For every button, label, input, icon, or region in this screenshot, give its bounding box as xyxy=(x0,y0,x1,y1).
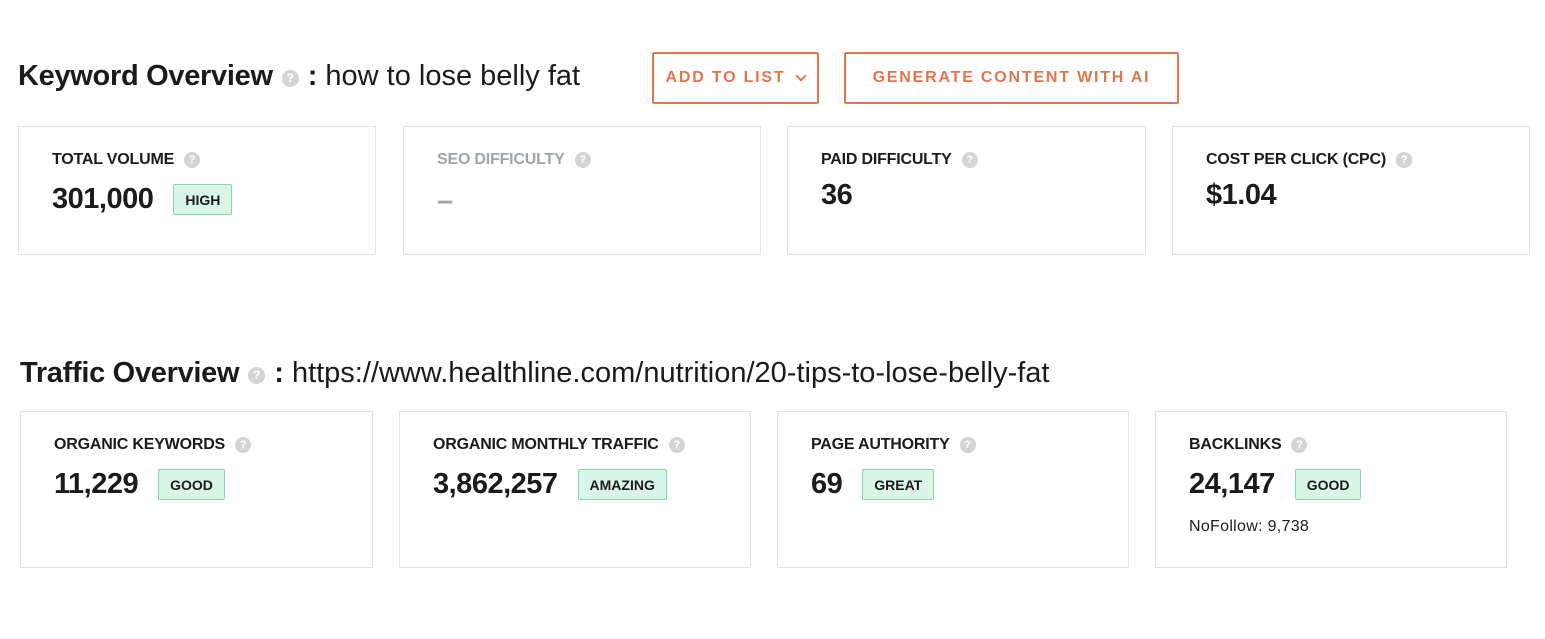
card-value-row: 301,000 HIGH xyxy=(52,183,233,216)
card-label: PAID DIFFICULTY ? xyxy=(821,151,978,169)
page-authority-card: PAGE AUTHORITY ? 69 GREAT xyxy=(777,411,1129,568)
help-icon[interactable]: ? xyxy=(184,152,201,168)
paid-difficulty-card: PAID DIFFICULTY ? 36 xyxy=(787,126,1146,255)
nofollow-count: NoFollow: 9,738 xyxy=(1189,518,1310,535)
generate-content-button[interactable]: GENERATE CONTENT WITH AI xyxy=(844,52,1179,104)
status-badge: GOOD xyxy=(158,469,225,500)
header-colon: : xyxy=(274,356,284,389)
card-label: ORGANIC MONTHLY TRAFFIC ? xyxy=(433,436,685,454)
help-icon[interactable]: ? xyxy=(235,437,252,453)
organic-keywords-card: ORGANIC KEYWORDS ? 11,229 GOOD xyxy=(20,411,373,568)
help-icon[interactable]: ? xyxy=(1291,437,1308,453)
traffic-overview-title: Traffic Overview xyxy=(20,356,240,389)
organic-monthly-traffic-value: 3,862,257 xyxy=(433,468,558,500)
card-value-row: 69 GREAT xyxy=(811,468,935,501)
organic-monthly-traffic-card: ORGANIC MONTHLY TRAFFIC ? 3,862,257 AMAZ… xyxy=(399,411,751,568)
total-volume-card: TOTAL VOLUME ? 301,000 HIGH xyxy=(18,126,376,255)
cpc-card: COST PER CLICK (CPC) ? $1.04 xyxy=(1172,126,1530,255)
header-colon: : xyxy=(307,59,318,92)
keyword-overview-header: Keyword Overview ? : how to lose belly f… xyxy=(18,57,580,95)
chevron-down-icon xyxy=(795,70,808,82)
cpc-value: $1.04 xyxy=(1206,179,1277,211)
paid-difficulty-value: 36 xyxy=(821,179,853,211)
card-value-row: $1.04 xyxy=(1206,179,1277,212)
organic-keywords-label: ORGANIC KEYWORDS xyxy=(54,436,226,453)
backlinks-label: BACKLINKS xyxy=(1189,436,1282,453)
seo-difficulty-label: SEO DIFFICULTY xyxy=(437,151,565,168)
card-value-row: – xyxy=(437,185,453,218)
organic-monthly-traffic-label: ORGANIC MONTHLY TRAFFIC xyxy=(433,436,659,453)
card-label: PAGE AUTHORITY ? xyxy=(811,436,976,454)
help-icon[interactable]: ? xyxy=(1396,152,1413,168)
card-value-row: 36 xyxy=(821,179,853,212)
backlinks-card: BACKLINKS ? 24,147 GOOD NoFollow: 9,738 xyxy=(1155,411,1507,568)
traffic-overview-header: Traffic Overview ? : https://www.healthl… xyxy=(20,354,1050,392)
page-authority-value: 69 xyxy=(811,468,843,500)
page-authority-label: PAGE AUTHORITY xyxy=(811,436,950,453)
add-to-list-label: ADD TO LIST xyxy=(665,69,786,86)
backlinks-value: 24,147 xyxy=(1189,468,1275,500)
card-value-row: 3,862,257 AMAZING xyxy=(433,468,667,501)
help-icon[interactable]: ? xyxy=(959,437,976,453)
total-volume-label: TOTAL VOLUME xyxy=(52,151,175,168)
status-badge: GREAT xyxy=(862,469,935,500)
paid-difficulty-label: PAID DIFFICULTY xyxy=(821,151,952,168)
generate-content-label: GENERATE CONTENT WITH AI xyxy=(872,69,1151,86)
add-to-list-button[interactable]: ADD TO LIST xyxy=(652,52,819,104)
card-value-row: 24,147 GOOD xyxy=(1189,468,1362,501)
traffic-url: https://www.healthline.com/nutrition/20-… xyxy=(291,356,1050,389)
help-icon[interactable]: ? xyxy=(248,366,266,384)
help-icon[interactable]: ? xyxy=(574,152,591,168)
keyword-overview-title: Keyword Overview xyxy=(18,59,273,92)
seo-difficulty-card: SEO DIFFICULTY ? – xyxy=(403,126,761,255)
status-badge: GOOD xyxy=(1294,469,1362,500)
status-badge: AMAZING xyxy=(577,469,667,500)
help-icon[interactable]: ? xyxy=(668,437,685,453)
card-label: BACKLINKS ? xyxy=(1189,436,1308,454)
total-volume-value: 301,000 xyxy=(52,183,154,215)
card-label: COST PER CLICK (CPC) ? xyxy=(1206,151,1413,169)
seo-difficulty-value: – xyxy=(437,185,453,217)
organic-keywords-value: 11,229 xyxy=(54,468,139,500)
card-label: ORGANIC KEYWORDS ? xyxy=(54,436,252,454)
cpc-label: COST PER CLICK (CPC) xyxy=(1206,151,1387,168)
help-icon[interactable]: ? xyxy=(961,152,978,168)
card-label: TOTAL VOLUME ? xyxy=(52,151,201,169)
help-icon[interactable]: ? xyxy=(281,69,299,87)
card-label: SEO DIFFICULTY ? xyxy=(437,151,591,169)
keyword-text: how to lose belly fat xyxy=(325,59,581,92)
status-badge: HIGH xyxy=(173,184,233,215)
card-value-row: 11,229 GOOD xyxy=(54,468,225,501)
